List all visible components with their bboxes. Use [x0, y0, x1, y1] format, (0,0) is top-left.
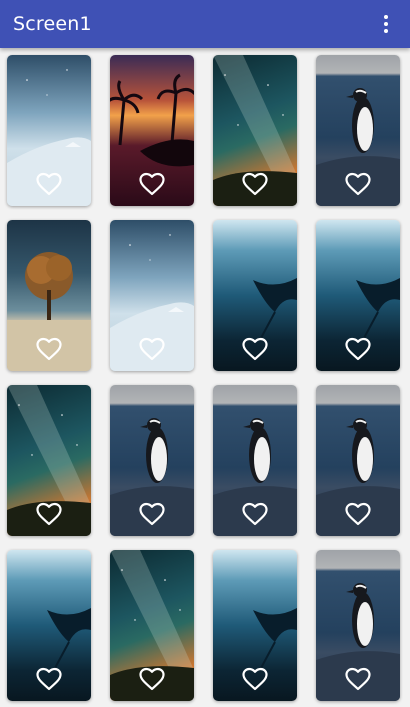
heart-outline-icon[interactable]: [345, 337, 371, 361]
wallpaper-card[interactable]: [7, 385, 91, 536]
wallpaper-card[interactable]: [316, 220, 400, 371]
wallpaper-card[interactable]: [7, 220, 91, 371]
wallpaper-card[interactable]: [316, 385, 400, 536]
heart-outline-icon[interactable]: [242, 337, 268, 361]
heart-outline-icon[interactable]: [36, 502, 62, 526]
wallpaper-card[interactable]: [110, 385, 194, 536]
more-vert-icon[interactable]: [374, 12, 398, 36]
heart-outline-icon[interactable]: [345, 667, 371, 691]
app-title: Screen1: [13, 13, 92, 35]
wallpaper-card[interactable]: [110, 550, 194, 701]
heart-outline-icon[interactable]: [345, 172, 371, 196]
heart-outline-icon[interactable]: [242, 667, 268, 691]
heart-outline-icon[interactable]: [139, 337, 165, 361]
wallpaper-card[interactable]: [7, 55, 91, 206]
heart-outline-icon[interactable]: [36, 172, 62, 196]
wallpaper-card[interactable]: [110, 220, 194, 371]
wallpaper-card[interactable]: [316, 55, 400, 206]
heart-outline-icon[interactable]: [139, 172, 165, 196]
heart-outline-icon[interactable]: [36, 667, 62, 691]
wallpaper-card[interactable]: [213, 220, 297, 371]
wallpaper-grid: [0, 48, 410, 707]
heart-outline-icon[interactable]: [139, 502, 165, 526]
heart-outline-icon[interactable]: [242, 172, 268, 196]
app-bar: Screen1: [0, 0, 410, 48]
heart-outline-icon[interactable]: [139, 667, 165, 691]
heart-outline-icon[interactable]: [36, 337, 62, 361]
wallpaper-card[interactable]: [213, 550, 297, 701]
heart-outline-icon[interactable]: [242, 502, 268, 526]
heart-outline-icon[interactable]: [345, 502, 371, 526]
wallpaper-card[interactable]: [213, 385, 297, 536]
wallpaper-card[interactable]: [213, 55, 297, 206]
wallpaper-card[interactable]: [7, 550, 91, 701]
wallpaper-card[interactable]: [316, 550, 400, 701]
wallpaper-card[interactable]: [110, 55, 194, 206]
